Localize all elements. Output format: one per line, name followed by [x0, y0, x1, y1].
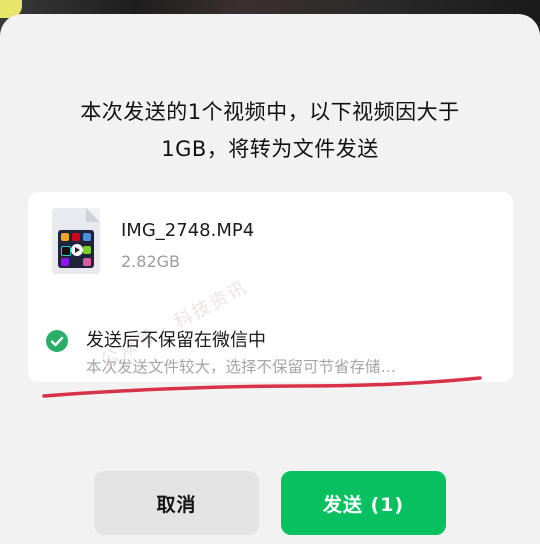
video-file-icon: [52, 208, 100, 274]
file-fold-corner: [86, 208, 100, 222]
dialog-title-line-2: 1GB，将转为文件发送: [161, 137, 379, 161]
red-underline-annotation: [42, 376, 482, 398]
thumb-tile: [72, 233, 80, 241]
tiktok-tile: [61, 246, 71, 256]
file-size: 2.82GB: [121, 252, 180, 271]
play-icon: [71, 244, 83, 256]
thumb-tile: [61, 258, 69, 266]
dont-keep-option-label[interactable]: 发送后不保留在微信中: [86, 326, 266, 352]
file-card: IMG_2748.MP4 2.82GB 发送后不保留在微信中 本次发送文件较大，…: [28, 192, 513, 382]
file-name: IMG_2748.MP4: [121, 220, 255, 241]
thumb-tile: [83, 246, 91, 254]
dialog-title: 本次发送的1个视频中，以下视频因大于 1GB，将转为文件发送: [20, 94, 520, 168]
cancel-button[interactable]: 取消: [94, 471, 259, 535]
thumb-tile: [83, 233, 91, 241]
send-button[interactable]: 发送 (1): [281, 471, 446, 535]
thumb-tile: [83, 258, 91, 266]
send-video-sheet: 本次发送的1个视频中，以下视频因大于 1GB，将转为文件发送 IMG_2748.…: [0, 14, 540, 544]
thumb-tile: [61, 233, 69, 241]
dialog-title-line-1: 本次发送的1个视频中，以下视频因大于: [80, 100, 460, 124]
checkmark-circle-icon[interactable]: [46, 330, 68, 352]
